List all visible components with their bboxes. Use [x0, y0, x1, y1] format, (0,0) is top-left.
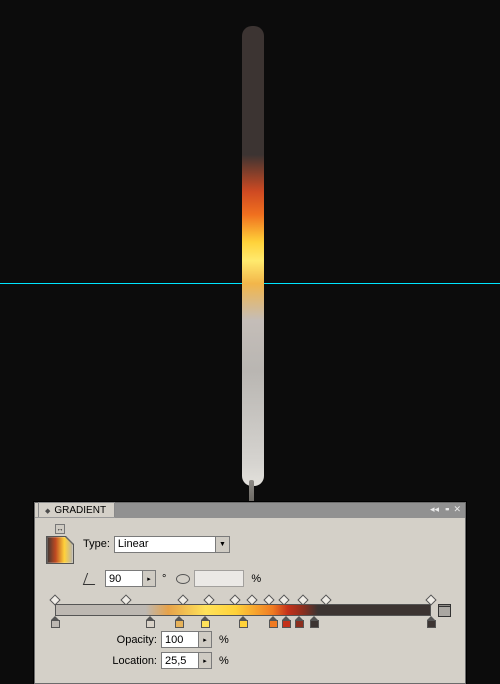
type-dropdown[interactable]: ▼ — [114, 536, 230, 553]
close-icon[interactable]: ✕ — [453, 504, 461, 515]
angle-stepper[interactable]: ▸ — [143, 570, 156, 587]
opacity-field[interactable]: ▸ — [161, 631, 212, 648]
color-stop[interactable] — [310, 616, 319, 628]
angle-unit: ° — [162, 573, 166, 585]
color-stop[interactable] — [427, 616, 436, 628]
aspect-field[interactable] — [194, 570, 244, 587]
aspect-input[interactable] — [194, 570, 244, 587]
panel-menu-icon[interactable]: ▪▪ — [445, 504, 447, 515]
gradient-swatch-group: ↔ — [43, 524, 77, 564]
location-stepper[interactable]: ▸ — [199, 652, 212, 669]
type-row: ↔ Type: ▼ — [43, 524, 457, 564]
chevron-down-icon[interactable]: ▼ — [215, 537, 229, 552]
tab-gradient[interactable]: GRADIENT — [38, 502, 115, 517]
type-label: Type: — [83, 538, 110, 550]
gradient-bar[interactable] — [55, 604, 431, 616]
opacity-row: Opacity: ▸ % — [105, 631, 457, 648]
gradient-editor[interactable] — [43, 595, 457, 629]
opacity-input[interactable] — [161, 631, 199, 648]
angle-row: ▸ ° % — [83, 570, 457, 587]
color-stop[interactable] — [269, 616, 278, 628]
color-stop[interactable] — [295, 616, 304, 628]
collapse-icon[interactable]: ◂◂ — [430, 504, 439, 515]
location-field[interactable]: ▸ — [161, 652, 212, 669]
location-row: Location: ▸ % — [105, 652, 457, 669]
color-stop[interactable] — [175, 616, 184, 628]
tab-label: GRADIENT — [54, 505, 106, 516]
trash-icon[interactable] — [438, 604, 451, 618]
type-value[interactable] — [115, 537, 215, 552]
color-stops-track[interactable] — [55, 616, 431, 628]
color-stop[interactable] — [146, 616, 155, 628]
color-stop[interactable] — [51, 616, 60, 628]
opacity-unit: % — [219, 634, 229, 646]
opacity-stepper[interactable]: ▸ — [199, 631, 212, 648]
panel-tab-bar: GRADIENT ◂◂ ▪▪ ✕ — [35, 503, 465, 518]
color-stop[interactable] — [201, 616, 210, 628]
reverse-gradient-icon[interactable]: ↔ — [55, 524, 65, 534]
opacity-label: Opacity: — [105, 634, 157, 646]
gradient-panel: GRADIENT ◂◂ ▪▪ ✕ ↔ Type: ▼ — [34, 502, 466, 684]
opacity-stops-track[interactable] — [55, 596, 431, 604]
angle-field[interactable]: ▸ — [105, 570, 156, 587]
angle-icon — [83, 573, 99, 585]
location-input[interactable] — [161, 652, 199, 669]
location-unit: % — [219, 655, 229, 667]
color-stop[interactable] — [239, 616, 248, 628]
flame-shape[interactable] — [242, 26, 264, 486]
aspect-unit: % — [251, 573, 261, 585]
color-stop[interactable] — [282, 616, 291, 628]
gradient-swatch[interactable] — [46, 536, 74, 564]
location-label: Location: — [105, 655, 157, 667]
angle-input[interactable] — [105, 570, 143, 587]
flame-gradient-fill — [242, 26, 264, 486]
aspect-ratio-icon — [176, 574, 190, 584]
